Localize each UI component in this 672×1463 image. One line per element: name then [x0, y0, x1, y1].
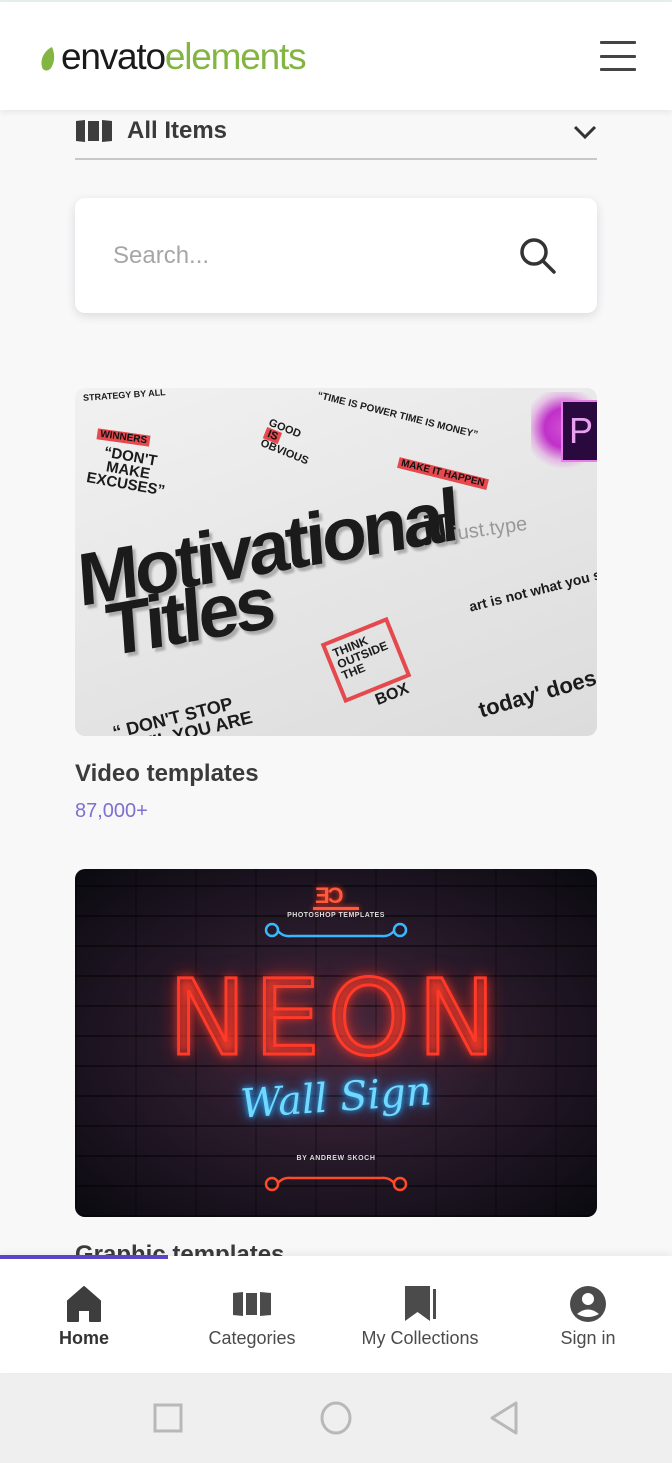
home-icon [67, 1286, 101, 1322]
system-navigation-bar [0, 1373, 672, 1463]
app-screen: envato elements All Items STRATEGY B [0, 0, 672, 1463]
logo-text-elements: elements [164, 35, 307, 77]
back-button[interactable] [484, 1398, 524, 1438]
thumb-caption-top: PHOTOSHOP TEMPLATES [287, 912, 385, 919]
categories-icon [233, 1292, 271, 1316]
search-icon[interactable] [517, 235, 559, 277]
premiere-pro-badge-icon: P [561, 400, 597, 462]
leaf-icon [41, 47, 55, 71]
hamburger-menu-icon[interactable] [600, 41, 636, 71]
neon-scroll-ornament-red [264, 1176, 408, 1192]
search-bar [75, 198, 597, 313]
account-circle-icon [570, 1286, 606, 1322]
neon-headline: NEON [167, 956, 504, 1081]
thumb-snippet: STRATEGY BY ALL [82, 388, 166, 403]
menu-bar [600, 54, 636, 58]
menu-bar [600, 41, 636, 44]
card-item-count: 87,000+ [75, 800, 148, 822]
bookmark-icon [405, 1286, 436, 1321]
chevron-down-icon [573, 125, 597, 140]
thumb-snippet: “TIME IS POWER TIME IS MONEY” [316, 390, 479, 441]
envato-elements-logo[interactable]: envato elements [38, 35, 307, 77]
nav-tab-label: My Collections [361, 1328, 479, 1348]
graphic-templates-thumbnail[interactable]: ƎƆ PHOTOSHOP TEMPLATES NEON Wall Sign BY… [75, 869, 597, 1217]
thumb-snippet: today' does not wait. [475, 639, 597, 723]
recents-button[interactable] [148, 1398, 188, 1438]
thumb-snippet: GOOD IS OBVIOUS [258, 416, 311, 468]
nav-tab-label: Sign in [560, 1328, 616, 1348]
triangle-back-icon [490, 1401, 518, 1435]
category-card-video-templates[interactable]: STRATEGY BY ALL WINNERS “DON'T MAKE EXCU… [75, 388, 597, 823]
nav-tab-categories[interactable]: Categories [168, 1256, 336, 1373]
card-title[interactable]: Video templates [75, 760, 597, 788]
circle-home-icon [320, 1401, 352, 1435]
app-header: envato elements [0, 2, 672, 110]
search-input[interactable] [113, 241, 517, 270]
thumb-brand-mark: jT [420, 506, 454, 546]
category-card-graphic-templates[interactable]: ƎƆ PHOTOSHOP TEMPLATES NEON Wall Sign BY… [75, 869, 597, 1217]
nav-tab-sign-in[interactable]: Sign in [504, 1256, 672, 1373]
neon-monogram-line [313, 907, 359, 910]
active-tab-indicator [0, 1255, 168, 1259]
card-title[interactable]: Graphic templates [75, 1240, 284, 1256]
thumb-caption-bottom: BY ANDREW SKOCH [296, 1155, 376, 1162]
category-dropdown[interactable]: All Items [75, 110, 597, 160]
video-templates-thumbnail[interactable]: STRATEGY BY ALL WINNERS “DON'T MAKE EXCU… [75, 388, 597, 736]
bottom-navigation: Home Categories My Collections Sign in [0, 1255, 672, 1373]
category-selected-label: All Items [127, 117, 228, 144]
system-home-button[interactable] [316, 1398, 356, 1438]
nav-tab-my-collections[interactable]: My Collections [336, 1256, 504, 1373]
neon-scroll-ornament-blue [264, 922, 408, 938]
menu-bar [600, 68, 636, 71]
thumb-snippet: art is not what you see. [467, 561, 597, 615]
thumb-brand-text: just.type [451, 512, 529, 546]
neon-monogram: ƎƆ [315, 883, 344, 908]
nav-tab-label: Home [58, 1328, 109, 1348]
square-recents-icon [153, 1403, 183, 1433]
thumb-snippet: “ DON'T STOP UNTIL YOU ARE PROUD ” [110, 693, 255, 736]
thumb-snippet: “DON'T MAKE EXCUSES” [85, 443, 167, 500]
nav-tab-home[interactable]: Home [0, 1256, 168, 1373]
nav-tab-label: Categories [208, 1328, 296, 1348]
logo-text-envato: envato [61, 35, 166, 77]
categories-icon [76, 120, 112, 142]
